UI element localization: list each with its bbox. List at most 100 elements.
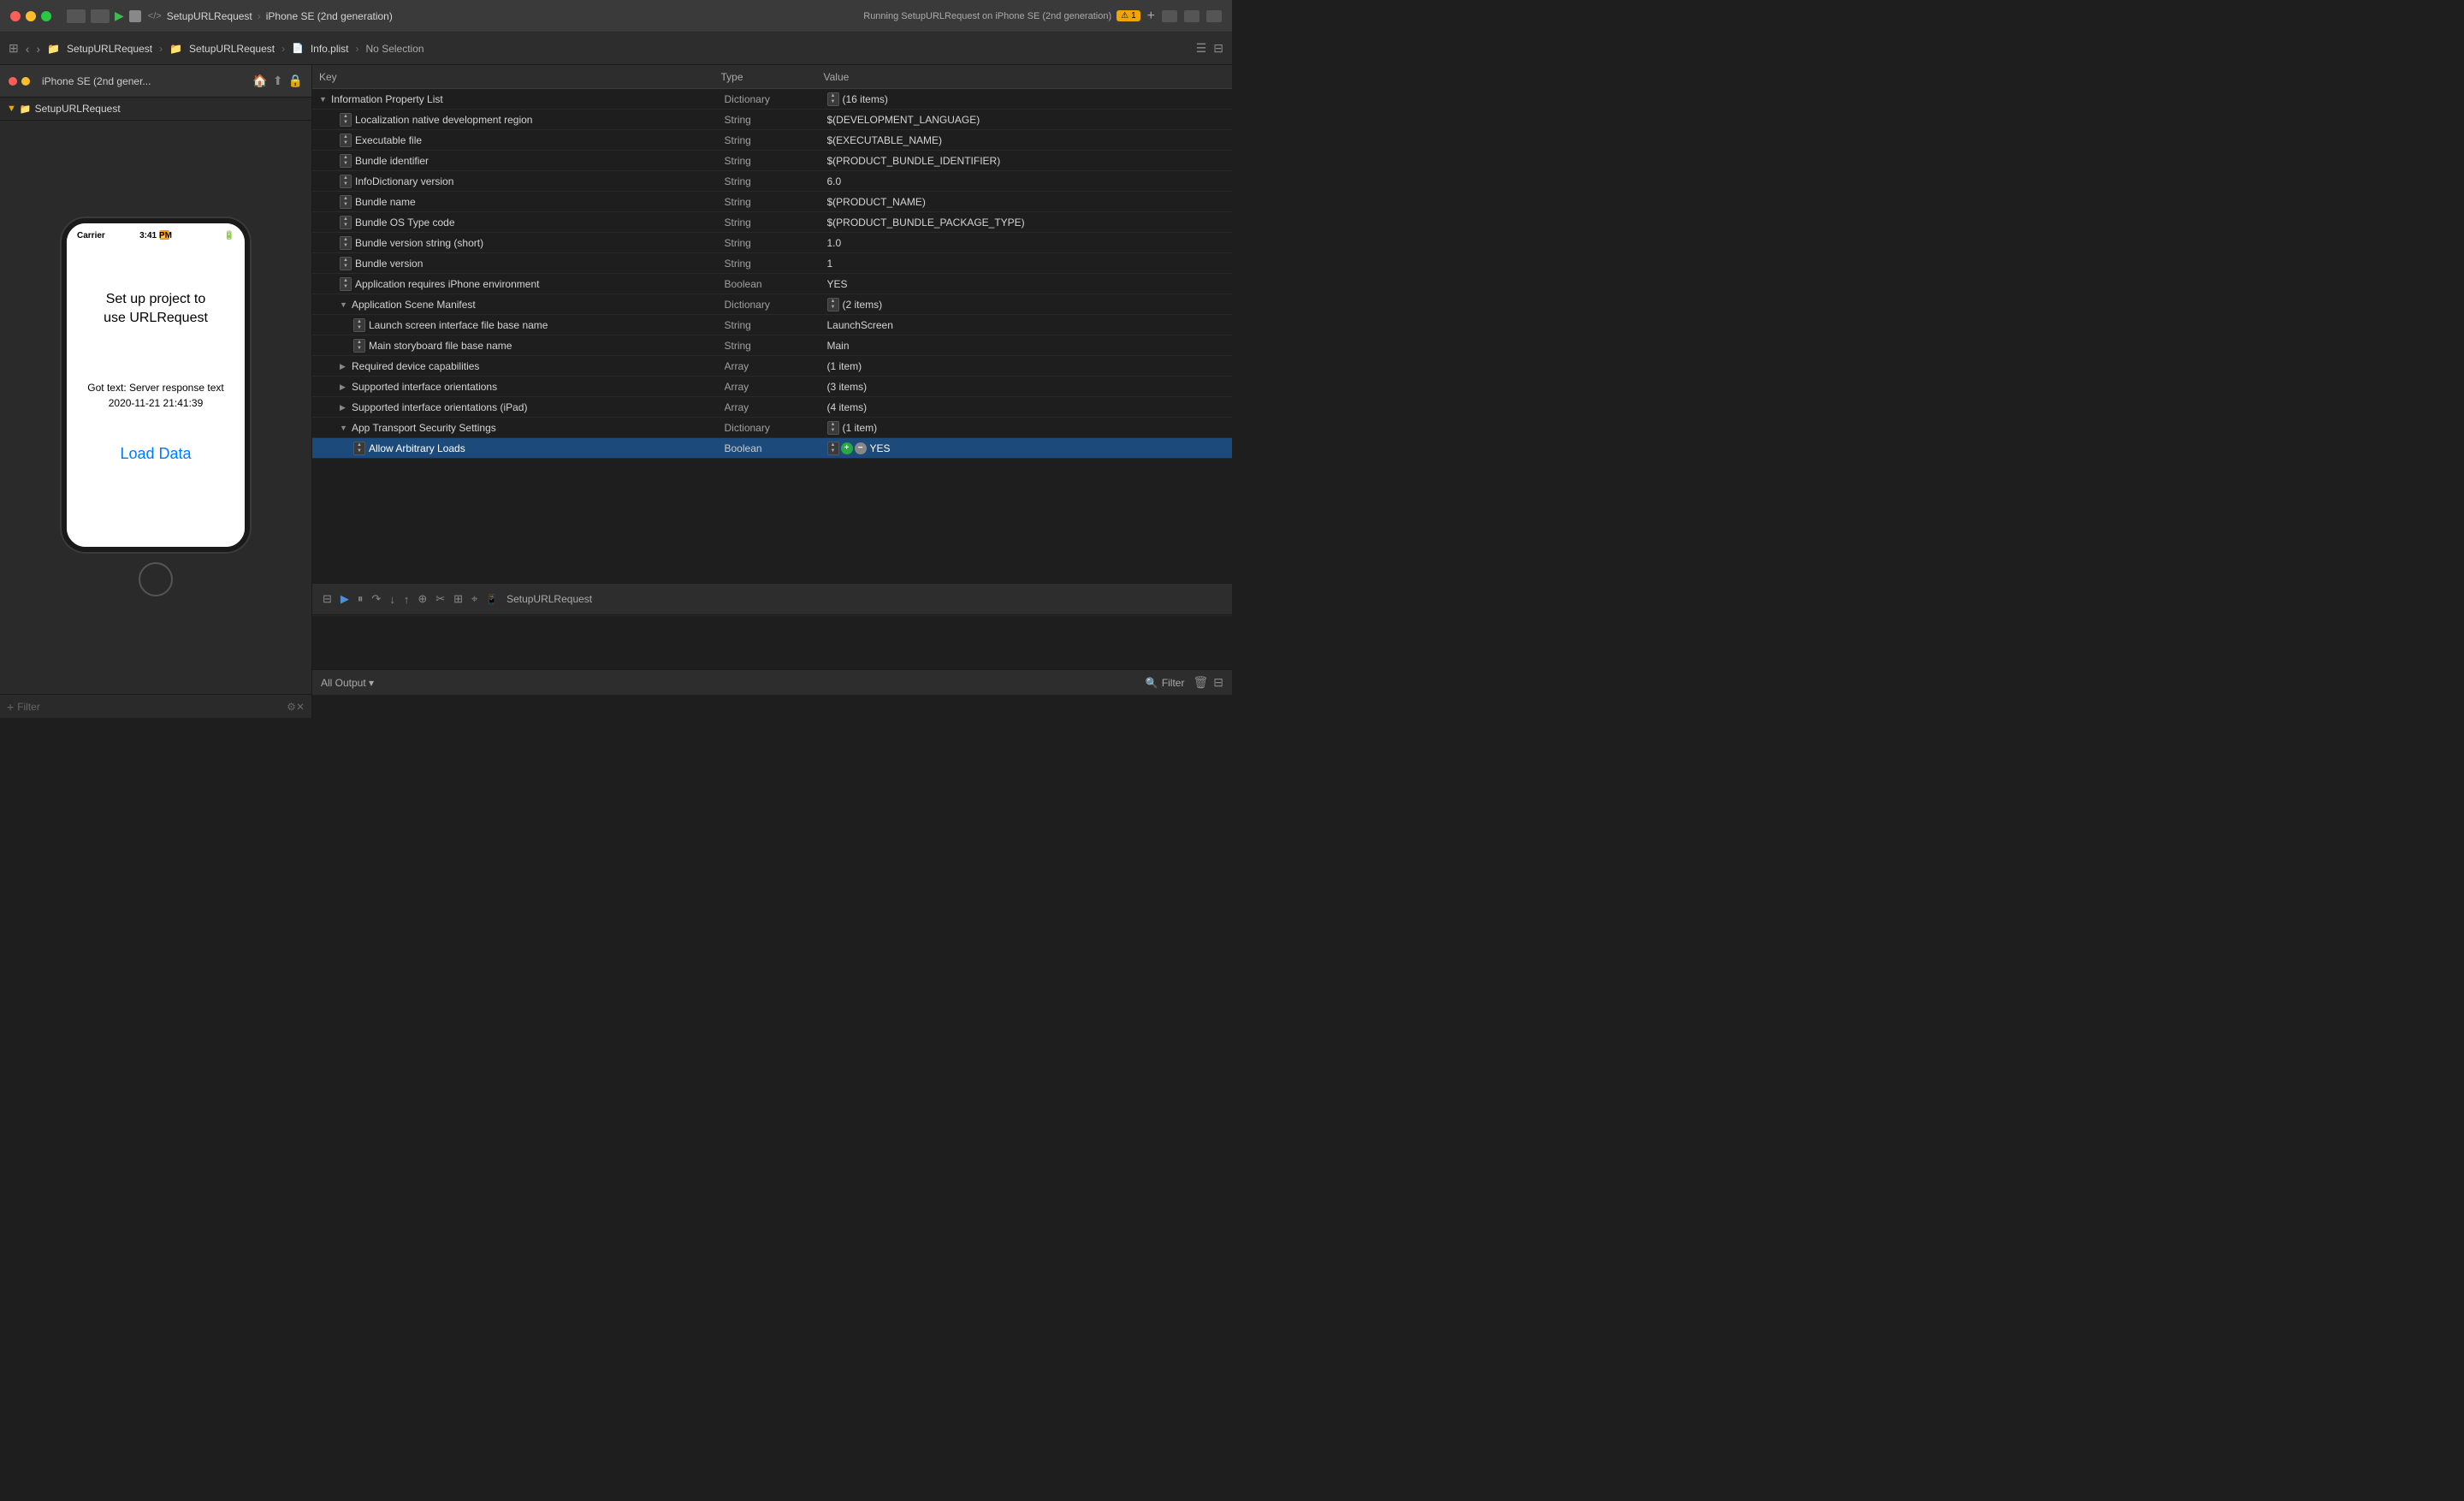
table-row[interactable]: ▲▼ Application requires iPhone environme… xyxy=(312,274,1232,294)
table-row[interactable]: ▶ Supported interface orientations Array… xyxy=(312,377,1232,397)
stepper[interactable]: ▲▼ xyxy=(340,154,352,168)
stepper[interactable]: ▲▼ xyxy=(340,113,352,127)
expand-icon[interactable]: ▼ xyxy=(319,95,328,104)
main-layout: iPhone SE (2nd gener... 🏠 ⬆ 🔒 ▼ 📁 SetupU… xyxy=(0,65,1232,718)
forward-icon[interactable]: › xyxy=(36,42,40,56)
share-icon[interactable]: ⬆ xyxy=(273,74,283,88)
load-data-button[interactable]: Load Data xyxy=(120,445,191,463)
target-icon[interactable]: ⌖ xyxy=(471,592,477,606)
stepper[interactable]: ▲▼ xyxy=(340,175,352,188)
delete-row-button[interactable]: − xyxy=(855,442,867,454)
table-row[interactable]: ▲▼ InfoDictionary version String 6.0 xyxy=(312,171,1232,192)
filter-close-icon[interactable]: ✕ xyxy=(296,701,305,713)
stepper[interactable]: ▲▼ xyxy=(340,195,352,209)
plist-value-cell: $(PRODUCT_BUNDLE_PACKAGE_TYPE) xyxy=(827,217,1233,228)
table-row[interactable]: ▲▼ Localization native development regio… xyxy=(312,110,1232,130)
table-row[interactable]: ▶ Supported interface orientations (iPad… xyxy=(312,397,1232,418)
layout-btn3[interactable] xyxy=(1206,10,1222,22)
output-split-icon[interactable]: ⊟ xyxy=(1213,675,1223,690)
table-row[interactable]: ▼ Information Property List Dictionary ▲… xyxy=(312,89,1232,110)
expand-icon[interactable]: ▶ xyxy=(340,403,348,412)
expand-icon[interactable]: ▼ xyxy=(340,424,348,432)
stepper[interactable]: ▲▼ xyxy=(340,257,352,270)
maximize-button[interactable] xyxy=(41,11,51,21)
expand-icon[interactable]: ▶ xyxy=(340,383,348,391)
toolbar-btn-1[interactable] xyxy=(67,9,86,23)
plist-table[interactable]: Key Type Value ▼ Information Property Li… xyxy=(312,65,1232,583)
stepper[interactable]: ▲▼ xyxy=(353,442,365,455)
header-key: Key xyxy=(319,71,721,83)
tree-root-item[interactable]: ▼ 📁 SetupURLRequest xyxy=(7,103,305,115)
stepper[interactable]: ▲▼ xyxy=(827,298,839,311)
step-out-icon[interactable]: ↑ xyxy=(404,593,410,606)
expand-icon[interactable]: ▼ xyxy=(340,300,348,309)
grid-icon[interactable]: ⊞ xyxy=(9,41,19,56)
stepper[interactable]: ▲▼ xyxy=(353,339,365,353)
thread-icon[interactable]: ✂ xyxy=(435,592,445,606)
layout-btn1[interactable] xyxy=(1162,10,1177,22)
split-icon[interactable]: ⊕ xyxy=(418,592,427,606)
filter-add-icon[interactable]: + xyxy=(7,700,14,714)
header-value: Value xyxy=(824,71,1226,83)
table-row[interactable]: ▲▼ Main storyboard file base name String… xyxy=(312,335,1232,356)
toolbar-btn-2[interactable] xyxy=(91,9,110,23)
output-trash-icon[interactable]: 🗑 xyxy=(1193,675,1208,690)
plus-icon[interactable]: + xyxy=(1147,9,1155,24)
minimize-button[interactable] xyxy=(26,11,36,21)
table-row[interactable]: ▲▼ Bundle version String 1 xyxy=(312,253,1232,274)
scheme-label[interactable]: SetupURLRequest xyxy=(167,10,252,22)
list-view-icon[interactable]: ☰ xyxy=(1196,41,1207,56)
plist-value-cell: ▲▼ + − YES xyxy=(827,442,1233,455)
table-row[interactable]: ▲▼ Bundle name String $(PRODUCT_NAME) xyxy=(312,192,1232,212)
pause-debug-icon[interactable]: ⏸ xyxy=(358,592,364,606)
locate-icon[interactable]: ⊞ xyxy=(453,592,463,606)
stepper[interactable]: ▲▼ xyxy=(827,92,839,106)
table-row[interactable]: ▲▼ Bundle version string (short) String … xyxy=(312,233,1232,253)
lock-icon[interactable]: 🔒 xyxy=(288,74,303,88)
step-in-icon[interactable]: ↓ xyxy=(389,593,395,606)
table-row[interactable]: ▲▼ Bundle identifier String $(PRODUCT_BU… xyxy=(312,151,1232,171)
stepper[interactable]: ▲▼ xyxy=(340,236,352,250)
lp-close[interactable] xyxy=(9,77,17,86)
expand-icon[interactable]: ▶ xyxy=(340,362,348,371)
play-btn[interactable]: ▶ xyxy=(115,9,124,23)
table-row[interactable]: ▲▼ Executable file String $(EXECUTABLE_N… xyxy=(312,130,1232,151)
plist-value-cell: $(PRODUCT_NAME) xyxy=(827,196,1233,208)
table-row[interactable]: ▼ Application Scene Manifest Dictionary … xyxy=(312,294,1232,315)
stepper[interactable]: ▲▼ xyxy=(353,318,365,332)
lp-minimize[interactable] xyxy=(21,77,30,86)
root-label[interactable]: SetupURLRequest xyxy=(35,103,121,115)
iphone-home-button[interactable] xyxy=(139,562,173,596)
plist-type-cell: Dictionary xyxy=(725,93,827,105)
stepper[interactable]: ▲▼ xyxy=(827,421,839,435)
filter-output-icon[interactable]: 🔍 xyxy=(1146,677,1158,689)
plist-key-cell: ▶ Supported interface orientations (iPad… xyxy=(319,401,725,413)
filter-output-label[interactable]: Filter xyxy=(1162,677,1185,689)
stepper[interactable]: ▲▼ xyxy=(340,277,352,291)
table-row[interactable]: ▶ Required device capabilities Array (1 … xyxy=(312,356,1232,377)
table-row[interactable]: ▲▼ Launch screen interface file base nam… xyxy=(312,315,1232,335)
plist-key-cell: ▲▼ Bundle version string (short) xyxy=(319,236,725,250)
home-icon[interactable]: 🏠 xyxy=(252,74,267,88)
stepper[interactable]: ▲▼ xyxy=(340,216,352,229)
table-row[interactable]: ▲▼ Bundle OS Type code String $(PRODUCT_… xyxy=(312,212,1232,233)
detail-view-icon[interactable]: ⊟ xyxy=(1213,41,1223,56)
value-stepper[interactable]: ▲▼ xyxy=(827,442,839,455)
table-row[interactable]: ▼ App Transport Security Settings Dictio… xyxy=(312,418,1232,438)
play-debug-icon[interactable]: ▶ xyxy=(341,592,349,606)
device-label[interactable]: iPhone SE (2nd generation) xyxy=(266,10,393,22)
filter-label[interactable]: Filter xyxy=(17,701,287,713)
layout-btn2[interactable] xyxy=(1184,10,1199,22)
filter-debug-icon[interactable]: ⊟ xyxy=(323,592,332,606)
close-button[interactable] xyxy=(10,11,21,21)
add-row-button[interactable]: + xyxy=(841,442,853,454)
stop-btn[interactable] xyxy=(129,10,141,22)
step-over-icon[interactable]: ↷ xyxy=(371,592,381,606)
back-icon[interactable]: ‹ xyxy=(26,42,30,56)
stepper[interactable]: ▲▼ xyxy=(340,133,352,147)
output-area: All Output ▾ 🔍 Filter 🗑 ⊟ xyxy=(312,615,1232,718)
table-row-selected[interactable]: ▲▼ Allow Arbitrary Loads Boolean ▲▼ + − … xyxy=(312,438,1232,459)
plist-value-cell: ▲▼ (2 items) xyxy=(827,298,1233,311)
output-label[interactable]: All Output ▾ xyxy=(321,677,374,689)
filter-settings-icon[interactable]: ⚙ xyxy=(287,701,296,713)
